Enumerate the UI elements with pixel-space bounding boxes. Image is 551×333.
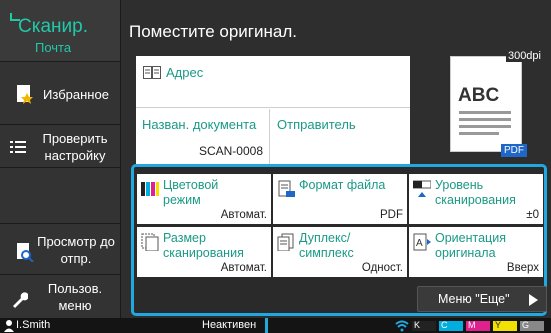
user-menu-button[interactable]: Пользов. меню: [0, 276, 120, 318]
duplex-tile[interactable]: Дуплекс/ симплекс Однoст.: [273, 227, 407, 277]
mode-title: Сканир.: [18, 16, 88, 37]
sender-label: Отправитель: [277, 117, 356, 132]
toner-label: Y: [495, 320, 502, 330]
doc-name-label: Назван. документа: [142, 117, 257, 132]
scan-size-label: Размер сканирования: [163, 231, 244, 260]
orientation-label: Ориентация оригинала: [435, 231, 506, 260]
address-label: Адрес: [166, 65, 204, 80]
dpi-label: 300dpi: [505, 50, 543, 62]
list-icon: [10, 141, 26, 153]
duplex-icon: [277, 233, 294, 251]
toner-label: C: [441, 320, 448, 330]
color-mode-icon: [141, 182, 159, 196]
duplex-value: Однoст.: [361, 262, 403, 274]
scan-level-value: ±0: [526, 209, 539, 221]
status-separator: [265, 318, 268, 333]
color-mode-label: Цветовой режим: [163, 178, 219, 207]
scan-size-tile[interactable]: Размер сканирования Автомат.: [137, 227, 271, 277]
file-format-tile[interactable]: Формат файла PDF: [273, 174, 407, 224]
orientation-value: Вверх: [506, 262, 539, 274]
duplex-label: Дуплекс/ симплекс: [299, 231, 354, 260]
favorites-icon: [17, 85, 33, 104]
preview-icon: [17, 243, 34, 262]
color-mode-value: Автомат.: [220, 209, 267, 221]
favorites-label: Избранное: [43, 87, 109, 102]
more-menu-button[interactable]: Меню "Еще": [417, 286, 547, 312]
doc-name-value: SCAN-0008: [198, 144, 263, 158]
preview-thumbnail: ABC PDF: [450, 56, 527, 157]
toner-label: K: [414, 320, 421, 330]
scan-level-label: Уровень сканирования: [435, 178, 516, 207]
svg-text:A: A: [416, 238, 423, 249]
toner-label: M: [468, 320, 476, 330]
preview-label: Просмотр до отпр.: [37, 234, 115, 266]
sidebar-spacer: [0, 169, 120, 224]
favorites-button[interactable]: Избранное: [0, 63, 120, 125]
orientation-tile[interactable]: A Ориентация оригинала Вверх: [409, 227, 543, 277]
orientation-icon: A: [413, 233, 431, 251]
mode-indicator: Сканир. Почта: [0, 0, 120, 62]
user-icon: [4, 320, 14, 332]
wrench-icon: [13, 292, 28, 308]
color-mode-tile[interactable]: Цветовой режим Автомат.: [137, 174, 271, 224]
user-menu-label: Пользов. меню: [47, 281, 103, 313]
file-format-value: PDF: [380, 209, 403, 221]
user-name: I.Smith: [16, 319, 51, 331]
scan-size-value: Автомат.: [220, 262, 267, 274]
format-badge: PDF: [501, 144, 527, 157]
scan-level-icon: [413, 180, 431, 197]
preview-button[interactable]: Просмотр до отпр.: [0, 225, 120, 275]
check-settings-label: Проверить настройку: [42, 131, 108, 163]
destination-panel: Адрес Назван. документа SCAN-0008 Отправ…: [136, 56, 410, 164]
sidebar: Сканир. Почта Избранное Проверить настро…: [0, 0, 120, 318]
main-area: Поместите оригинал. Адрес Назван. докуме…: [120, 0, 551, 318]
check-settings-button[interactable]: Проверить настройку: [0, 126, 120, 168]
scan-settings-panel: Цветовой режим Автомат. Формат файла PDF: [131, 164, 547, 316]
instruction-text: Поместите оригинал.: [129, 22, 297, 41]
scan-screen: Сканир. Почта Избранное Проверить настро…: [0, 0, 551, 333]
address-book-icon: [143, 66, 161, 79]
scan-size-icon: [141, 233, 159, 251]
mode-subtitle: Почта: [35, 40, 72, 55]
scan-preview: ABC PDF 300dpi: [439, 50, 543, 160]
arrow-right-icon: [529, 294, 538, 306]
more-menu-label: Меню "Еще": [438, 292, 510, 306]
file-format-icon: [278, 180, 295, 197]
text-lines-icon: [459, 111, 511, 135]
machine-status: Неактивен: [202, 319, 257, 331]
scan-level-tile[interactable]: Уровень сканирования ±0: [409, 174, 543, 224]
wifi-icon: [395, 320, 409, 332]
toner-label: G: [522, 320, 530, 330]
sender-field[interactable]: Отправитель: [271, 109, 410, 164]
status-bar: I.Smith Неактивен K C M Y G: [0, 318, 551, 333]
doc-name-field[interactable]: Назван. документа SCAN-0008: [136, 109, 270, 164]
file-format-label: Формат файла: [299, 178, 386, 192]
preview-sample-text: ABC: [458, 85, 500, 106]
address-button[interactable]: Адрес: [136, 56, 410, 108]
